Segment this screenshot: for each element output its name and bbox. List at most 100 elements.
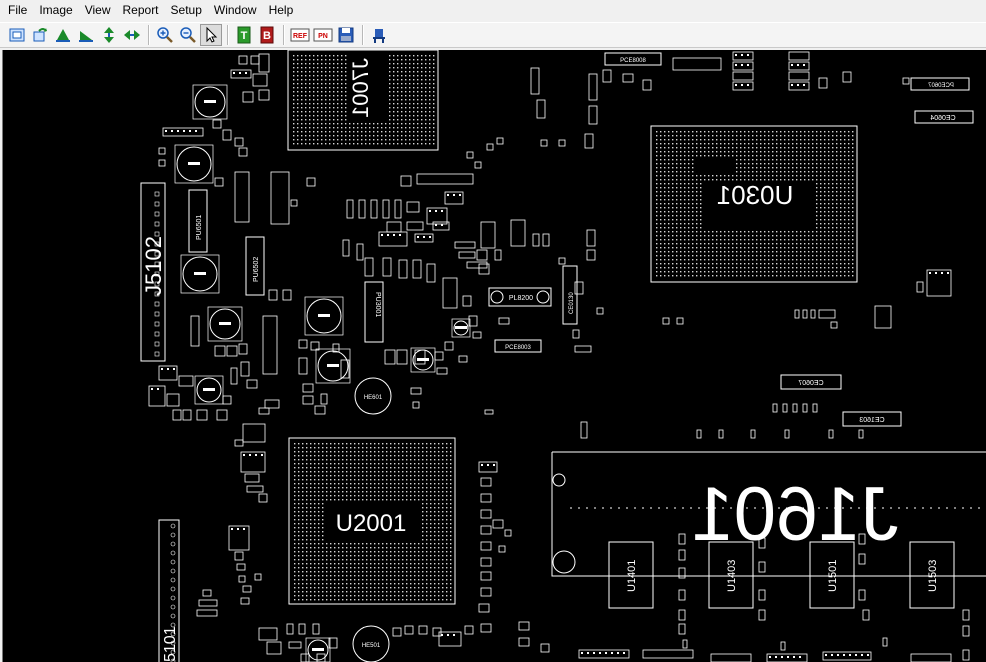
bga-pad: [700, 155, 702, 157]
fit-window-button[interactable]: [6, 24, 28, 46]
bga-pad: [804, 259, 806, 261]
bga-pad: [409, 135, 411, 137]
bga-pad: [816, 231, 818, 233]
part-pce8008[interactable]: PCE8008: [604, 52, 662, 66]
menu-report[interactable]: Report: [117, 0, 165, 20]
pn-label: PN: [318, 33, 328, 40]
bga-pad: [712, 271, 714, 273]
bga-pad: [294, 523, 296, 525]
bga-pad: [708, 155, 710, 157]
bga-pad: [656, 195, 658, 197]
bga-pad: [321, 59, 323, 61]
rotate-button[interactable]: [29, 24, 51, 46]
bga-pad: [421, 59, 423, 61]
bga-pad: [784, 231, 786, 233]
bga-pad: [302, 583, 304, 585]
bga-pad: [438, 519, 440, 521]
component-outline: [346, 199, 354, 219]
part-ce0607[interactable]: CE0607: [780, 374, 842, 390]
chip-u1401[interactable]: U1401: [608, 541, 654, 609]
bga-pad: [832, 179, 834, 181]
bga-pad: [660, 183, 662, 185]
bga-pad: [796, 143, 798, 145]
mirror-vertical-button[interactable]: [98, 24, 120, 46]
bga-pad: [446, 467, 448, 469]
zoom-out-button[interactable]: [177, 24, 199, 46]
pn-button[interactable]: PN: [312, 24, 334, 46]
bga-pad: [696, 191, 698, 193]
part-ce1603[interactable]: CE1603: [842, 411, 902, 427]
part-pu3001[interactable]: PU3001: [364, 281, 384, 343]
select-pointer-button[interactable]: [200, 24, 222, 46]
bga-pad: [772, 155, 774, 157]
bga-pad: [708, 135, 710, 137]
menu-view[interactable]: View: [79, 0, 117, 20]
export-button[interactable]: [368, 24, 390, 46]
menu-image[interactable]: Image: [33, 0, 78, 20]
bga-pad: [684, 255, 686, 257]
bga-pad: [848, 163, 850, 165]
bga-pad: [760, 143, 762, 145]
bga-pad: [660, 267, 662, 269]
bga-pad: [386, 599, 388, 601]
part-he501[interactable]: HE501: [352, 625, 390, 662]
bga-pad: [808, 267, 810, 269]
bga-pad: [446, 499, 448, 501]
bga-pad: [417, 103, 419, 105]
connector-j1601[interactable]: J1601: [551, 451, 986, 577]
bga-pad: [704, 271, 706, 273]
menu-help[interactable]: Help: [263, 0, 300, 20]
flip-down-button[interactable]: [75, 24, 97, 46]
bga-pad: [354, 575, 356, 577]
zoom-in-button[interactable]: [154, 24, 176, 46]
bga-pad: [397, 87, 399, 89]
bga-pad: [844, 159, 846, 161]
component-pad: [735, 84, 737, 86]
bga-pad: [744, 263, 746, 265]
menu-window[interactable]: Window: [208, 0, 263, 20]
bga-pad: [310, 499, 312, 501]
bga-pad: [660, 247, 662, 249]
bga-pad: [450, 551, 452, 553]
part-ce0130[interactable]: CE0130: [562, 265, 578, 325]
chip-u1503[interactable]: U1503: [909, 541, 955, 609]
bga-pad: [820, 267, 822, 269]
board-view[interactable]: J7001 U0301 U2001 J5102 5101 J1601 U1401…: [2, 50, 986, 662]
part-pu6501[interactable]: PU6501: [188, 189, 208, 253]
component-pad: [151, 388, 153, 390]
connector-j5101[interactable]: 5101: [158, 519, 180, 662]
flip-up-button[interactable]: [52, 24, 74, 46]
bga-u0301[interactable]: U0301: [650, 125, 858, 283]
bga-pad: [326, 483, 328, 485]
bga-pad: [824, 147, 826, 149]
bga-pad: [397, 115, 399, 117]
part-he601[interactable]: HE601: [354, 377, 392, 415]
bga-pad: [692, 203, 694, 205]
bga-pad: [804, 251, 806, 253]
part-pce0607[interactable]: PCE0607: [910, 77, 970, 91]
part-ce0604[interactable]: CE0604: [914, 110, 974, 124]
top-side-button[interactable]: T: [233, 24, 255, 46]
bottom-side-button[interactable]: B: [256, 24, 278, 46]
connector-j5102[interactable]: J5102: [140, 182, 166, 362]
ref-button[interactable]: REF: [289, 24, 311, 46]
bga-pad: [298, 447, 300, 449]
component-outline: [214, 345, 226, 357]
bga-pad: [752, 163, 754, 165]
part-pce8003[interactable]: PCE8003: [494, 339, 542, 353]
bga-pad: [672, 271, 674, 273]
mirror-horizontal-button[interactable]: [121, 24, 143, 46]
bga-pad: [676, 223, 678, 225]
part-pu6502[interactable]: PU6502: [245, 236, 265, 296]
bga-pad: [756, 139, 758, 141]
bga-u2001[interactable]: U2001: [288, 437, 456, 605]
menu-file[interactable]: File: [0, 0, 33, 20]
bga-pad: [421, 71, 423, 73]
bga-j7001[interactable]: J7001: [287, 50, 439, 151]
bga-pad: [780, 247, 782, 249]
save-button[interactable]: [335, 24, 357, 46]
menu-setup[interactable]: Setup: [165, 0, 208, 20]
board-canvas[interactable]: J7001 U0301 U2001 J5102 5101 J1601 U1401…: [3, 50, 986, 662]
part-pl8200[interactable]: PL8200: [488, 287, 552, 307]
component-pad: [769, 656, 771, 658]
